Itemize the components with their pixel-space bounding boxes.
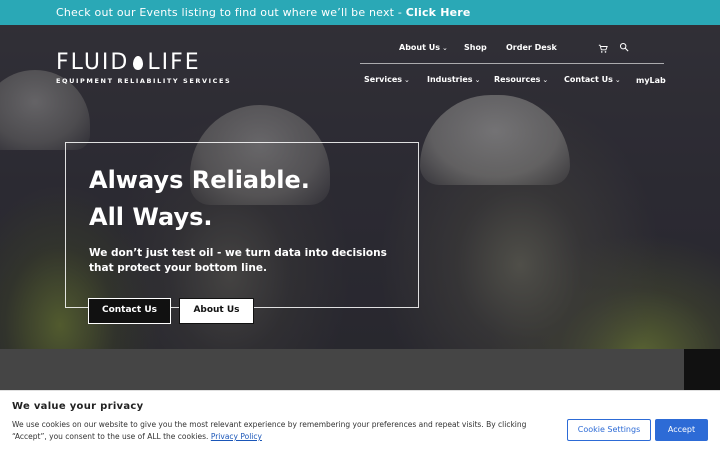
nav-resources[interactable]: Resources ⌄: [494, 75, 548, 84]
nav-services-label: Services: [364, 75, 403, 84]
nav-divider: [360, 63, 664, 64]
nav-contact-us[interactable]: Contact Us ⌄: [564, 75, 621, 84]
announcement-bar: Check out our Events listing to find out…: [0, 0, 720, 25]
chevron-down-icon: ⌄: [474, 76, 481, 84]
side-tab[interactable]: [684, 349, 720, 390]
chevron-down-icon: ⌄: [404, 76, 410, 84]
nav-mylab[interactable]: myLab: [636, 76, 666, 85]
chevron-down-icon: ⌄: [614, 76, 621, 84]
nav-about-us-label: About Us: [399, 43, 440, 52]
water-drop-icon: [133, 56, 144, 70]
cookie-title: We value your privacy: [12, 401, 144, 412]
cookie-text: We use cookies on our website to give yo…: [12, 419, 562, 443]
announcement-link[interactable]: Click Here: [406, 6, 471, 19]
logo-word-left: FLUID: [56, 50, 130, 75]
nav-order-desk[interactable]: Order Desk: [506, 43, 557, 52]
hero-headline-line2: All Ways.: [89, 203, 213, 231]
nav-shop[interactable]: Shop: [464, 43, 487, 52]
nav-contact-us-label: Contact Us: [564, 75, 613, 84]
nav-resources-label: Resources: [494, 75, 541, 84]
contact-us-button[interactable]: Contact Us: [88, 298, 171, 324]
nav-about-us[interactable]: About Us ⌄: [399, 43, 448, 52]
logo-tagline: EQUIPMENT RELIABILITY SERVICES: [56, 77, 232, 85]
cart-icon[interactable]: [598, 44, 608, 54]
hero-headline-line1: Always Reliable.: [89, 166, 310, 194]
nav-services[interactable]: Services ⌄: [364, 75, 410, 84]
accept-button[interactable]: Accept: [655, 419, 708, 441]
section-strip: [0, 349, 720, 390]
cookie-settings-button[interactable]: Cookie Settings: [567, 419, 651, 441]
chevron-down-icon: ⌄: [441, 44, 448, 52]
hero-subline: We don’t just test oil - we turn data in…: [89, 247, 387, 274]
about-us-button[interactable]: About Us: [179, 298, 254, 324]
logo-word-right: LIFE: [147, 50, 201, 75]
announcement-text: Check out our Events listing to find out…: [56, 6, 406, 19]
privacy-policy-link[interactable]: Privacy Policy: [211, 432, 262, 441]
hero-headline: Always Reliable. All Ways.: [89, 162, 310, 236]
nav-industries[interactable]: Industries ⌄: [427, 75, 480, 84]
nav-industries-label: Industries: [427, 75, 473, 84]
cookie-body: We use cookies on our website to give yo…: [12, 420, 527, 441]
search-icon[interactable]: [619, 42, 629, 52]
chevron-down-icon: ⌄: [542, 76, 549, 84]
site-logo[interactable]: FLUID LIFE EQUIPMENT RELIABILITY SERVICES: [56, 50, 231, 85]
